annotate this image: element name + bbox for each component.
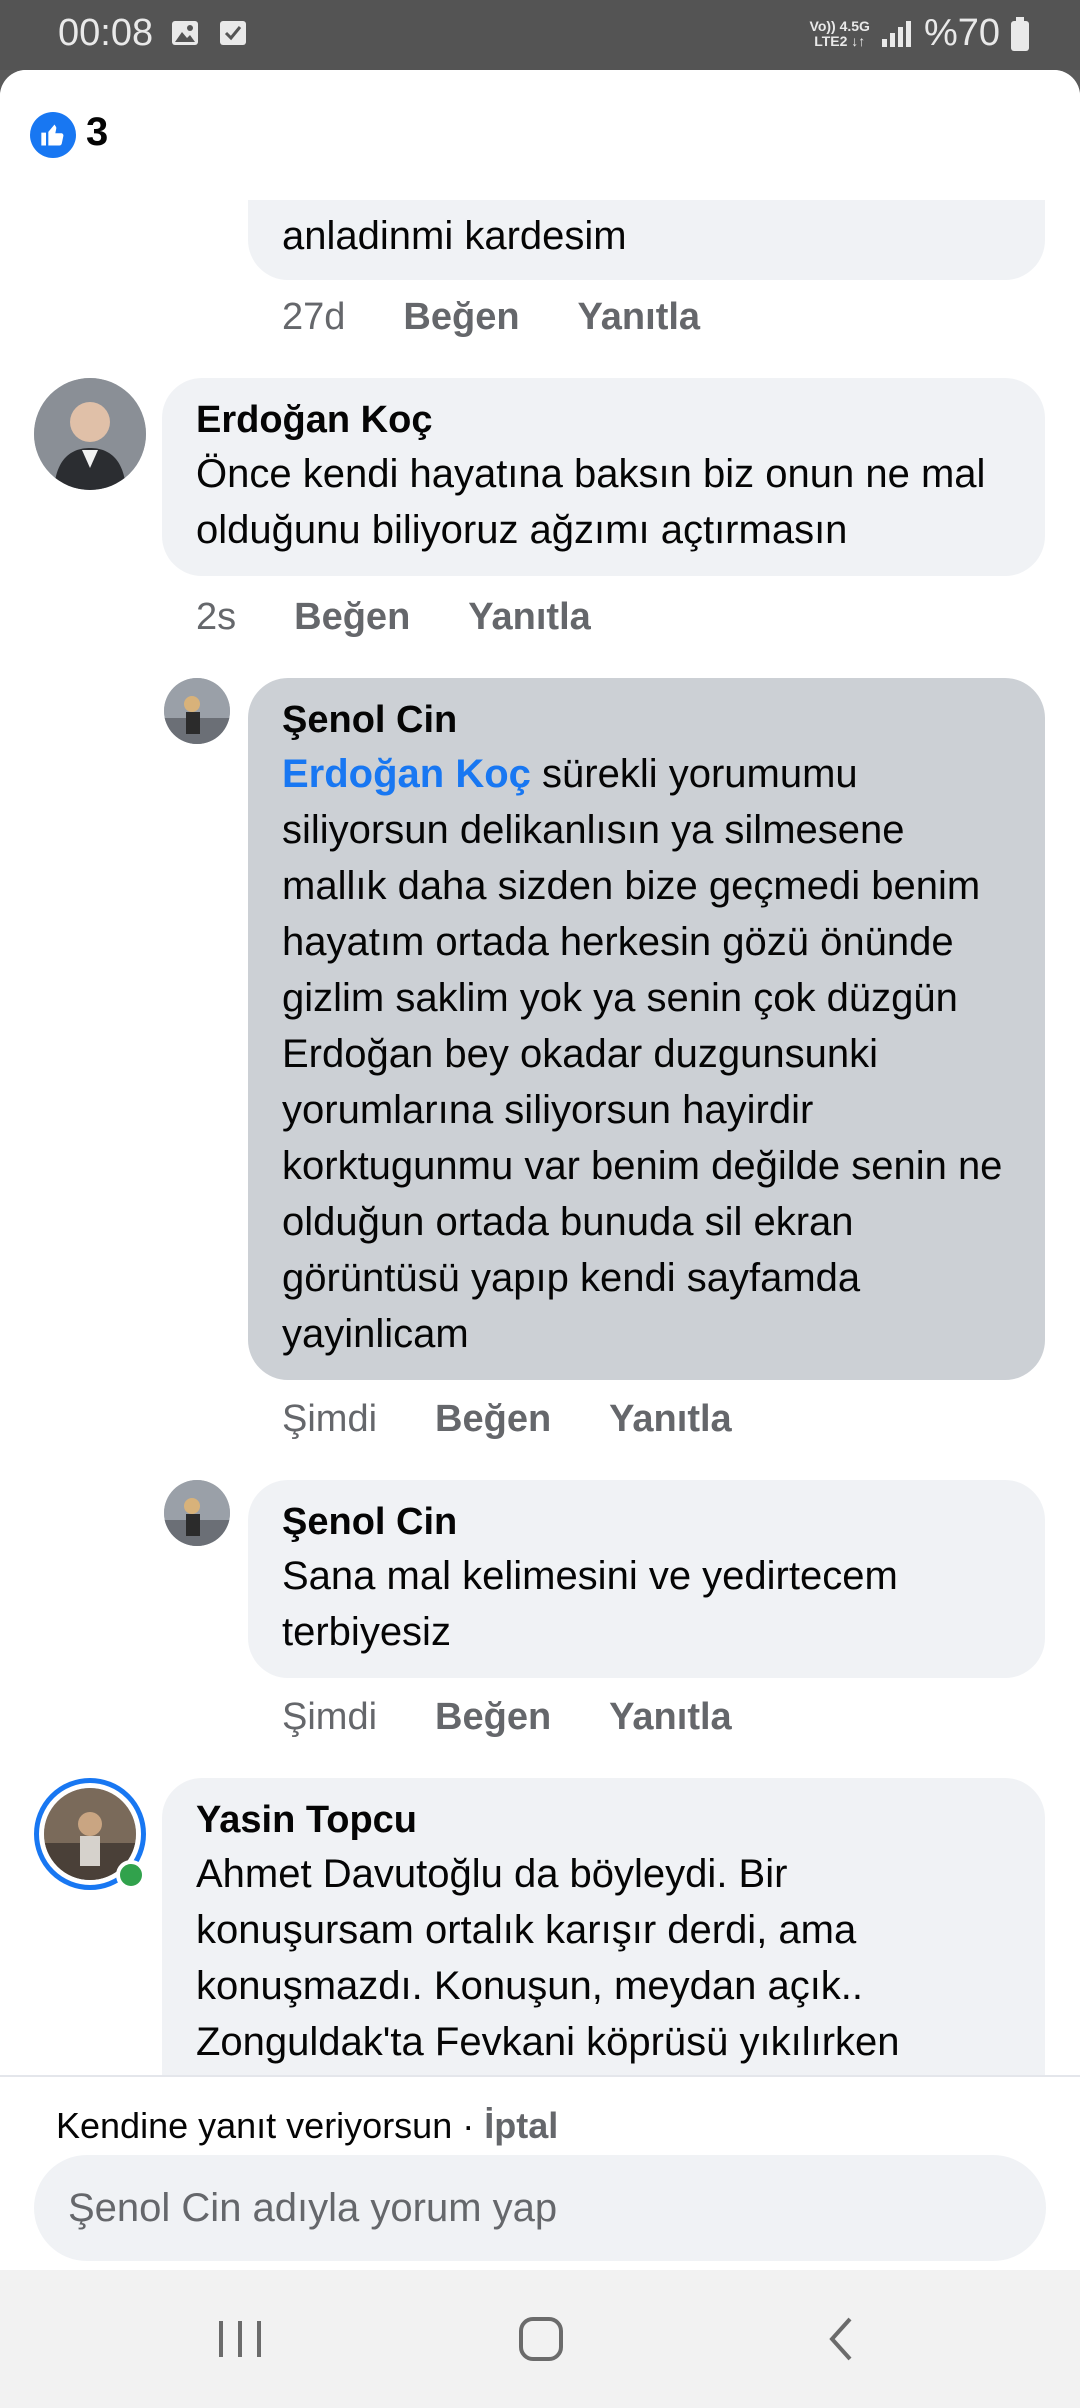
network-indicator: Vo)) 4.5G LTE2 ↓↑: [809, 17, 870, 49]
battery-icon: [1010, 16, 1030, 51]
recent-apps-icon[interactable]: [205, 2304, 275, 2374]
comment-author[interactable]: Şenol Cin: [282, 698, 1013, 742]
comment-author[interactable]: Şenol Cin: [282, 1500, 1013, 1544]
comment-actions: Şimdi Beğen Yanıtla: [282, 1398, 732, 1441]
cancel-reply-button[interactable]: İptal: [484, 2105, 558, 2146]
comment-thread[interactable]: anladinmi kardesim 27d Beğen Yanıtla Erd…: [0, 70, 1080, 2075]
reply-button[interactable]: Yanıtla: [609, 1696, 732, 1739]
status-indicators: Vo)) 4.5G LTE2 ↓↑ %70: [810, 12, 1030, 55]
comment-author[interactable]: Erdoğan Koç: [196, 398, 1013, 442]
online-status-indicator: [116, 1860, 146, 1890]
comment-bubble[interactable]: Şenol Cin Sana mal kelimesini ve yedirte…: [248, 1480, 1045, 1678]
comment-bubble[interactable]: Yasin Topcu Ahmet Davutoğlu da böyleydi.…: [162, 1778, 1045, 2075]
comment-actions: 2s Beğen Yanıtla: [196, 596, 591, 639]
comment-time: Şimdi: [282, 1696, 378, 1738]
comment-text: Sana mal kelimesini ve yedirtecem terbiy…: [282, 1554, 898, 1654]
comment-actions: 27d Beğen Yanıtla: [282, 296, 700, 339]
back-icon[interactable]: [808, 2304, 878, 2374]
avatar[interactable]: [164, 1480, 230, 1546]
sheet-header: 3: [0, 70, 1080, 200]
like-button[interactable]: Beğen: [403, 296, 519, 339]
gallery-icon: [170, 18, 200, 48]
reply-button[interactable]: Yanıtla: [609, 1398, 732, 1441]
comment-text: Ahmet Davutoğlu da böyleydi. Bir konuşur…: [196, 1852, 900, 2064]
reply-button[interactable]: Yanıtla: [468, 596, 591, 639]
comment-actions: Şimdi Beğen Yanıtla: [282, 1696, 732, 1739]
avatar[interactable]: [164, 678, 230, 744]
signal-icon: [880, 19, 914, 49]
status-bar: 00:08 Vo)) 4.5G LTE2 ↓↑ %70: [0, 0, 1080, 70]
comment-composer: Kendine yanıt veriyorsun · İptal: [0, 2075, 1080, 2270]
clock: 00:08: [58, 12, 154, 54]
like-button[interactable]: Beğen: [294, 596, 410, 639]
reply-button[interactable]: Yanıtla: [578, 296, 701, 339]
avatar[interactable]: [34, 378, 146, 490]
comment-text: Erdoğan Koç sürekli yorumumu siliyorsun …: [282, 752, 1003, 1356]
comment-time: 2s: [196, 596, 237, 638]
like-button[interactable]: Beğen: [435, 1398, 551, 1441]
comment-time: Şimdi: [282, 1398, 378, 1440]
comment-time: 27d: [282, 296, 346, 338]
comment-input[interactable]: [34, 2155, 1046, 2261]
comments-sheet: 3 anladinmi kardesim 27d Beğen Yanıtla E…: [0, 70, 1080, 2270]
comment-text: Önce kendi hayatına baksın biz onun ne m…: [196, 452, 986, 552]
comment-bubble[interactable]: Erdoğan Koç Önce kendi hayatına baksın b…: [162, 378, 1045, 576]
comment-bubble-selected[interactable]: Şenol Cin Erdoğan Koç sürekli yorumumu s…: [248, 678, 1045, 1380]
system-navigation-bar: [0, 2270, 1080, 2408]
comment-author[interactable]: Yasin Topcu: [196, 1798, 1013, 1842]
home-icon[interactable]: [506, 2304, 576, 2374]
comment-text: anladinmi kardesim: [282, 214, 627, 258]
mention-link[interactable]: Erdoğan Koç: [282, 752, 531, 796]
like-button[interactable]: Beğen: [435, 1696, 551, 1739]
like-count[interactable]: 3: [86, 110, 108, 155]
checkbox-notification-icon: [218, 18, 248, 48]
thumbs-up-icon[interactable]: [30, 112, 76, 158]
battery-percent: %70: [923, 12, 1000, 54]
reply-context: Kendine yanıt veriyorsun · İptal: [56, 2105, 559, 2146]
